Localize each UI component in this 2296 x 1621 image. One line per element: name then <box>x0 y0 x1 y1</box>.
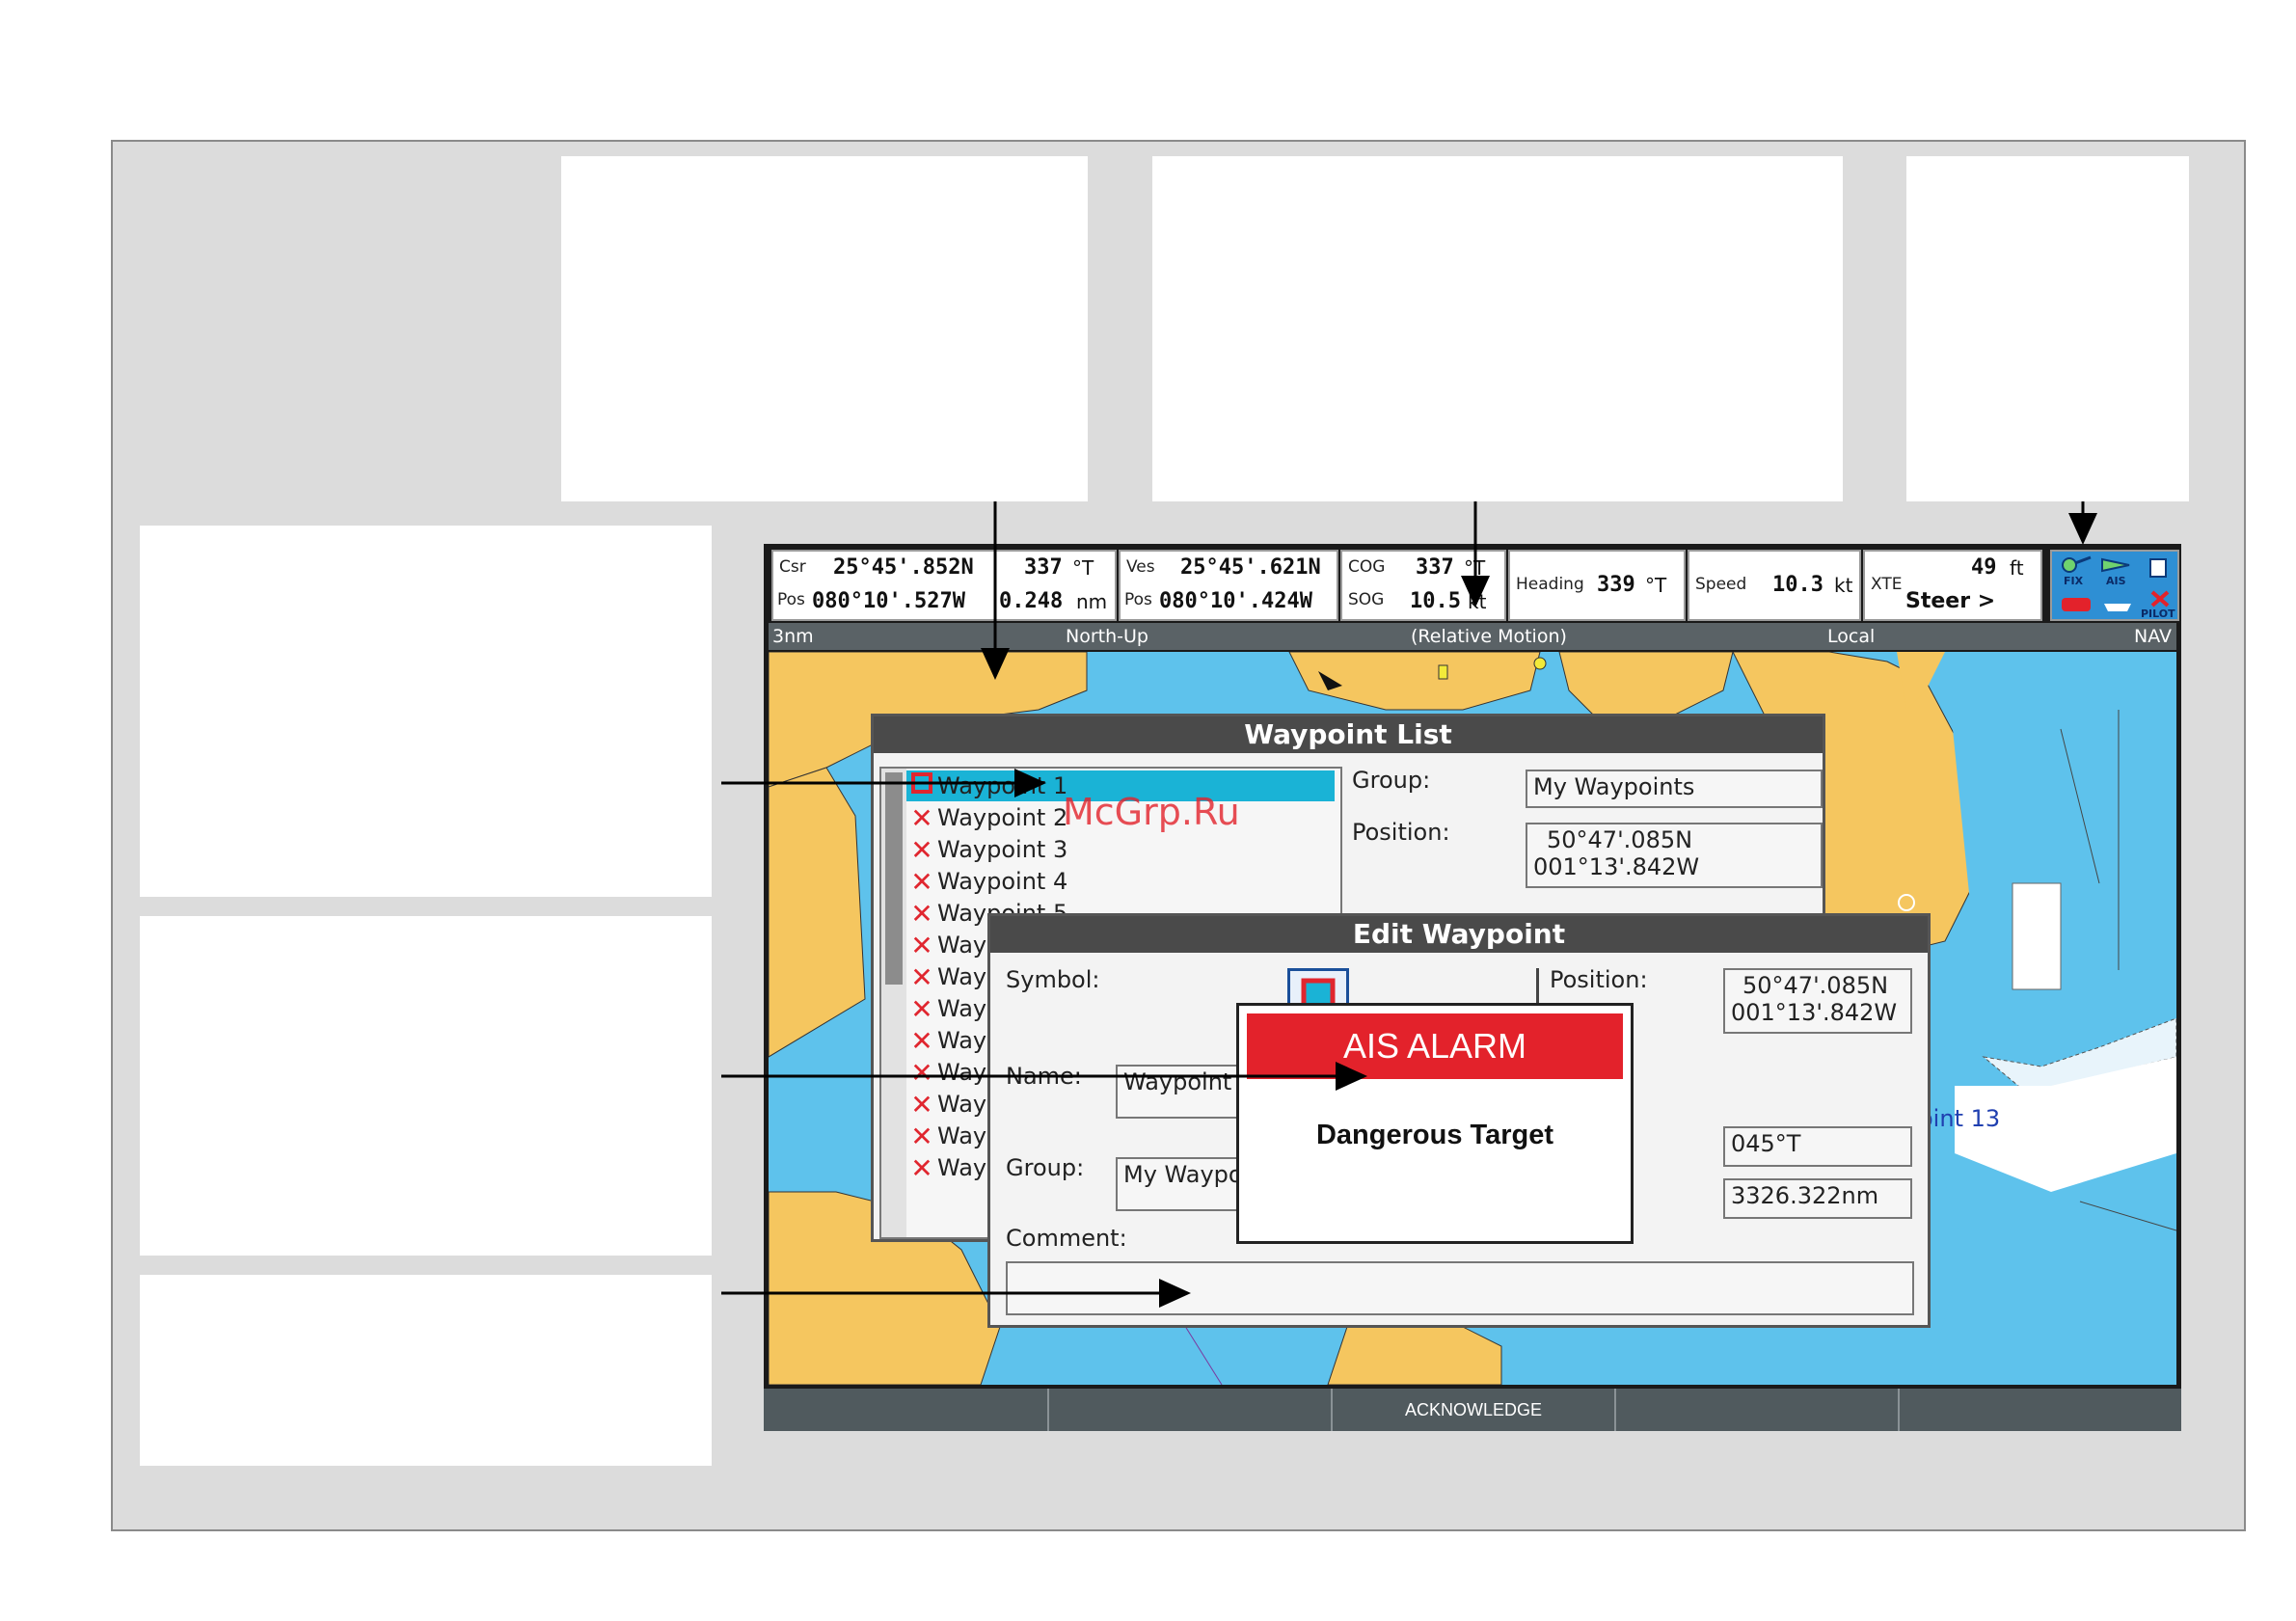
callout-arrows <box>721 501 2097 1308</box>
